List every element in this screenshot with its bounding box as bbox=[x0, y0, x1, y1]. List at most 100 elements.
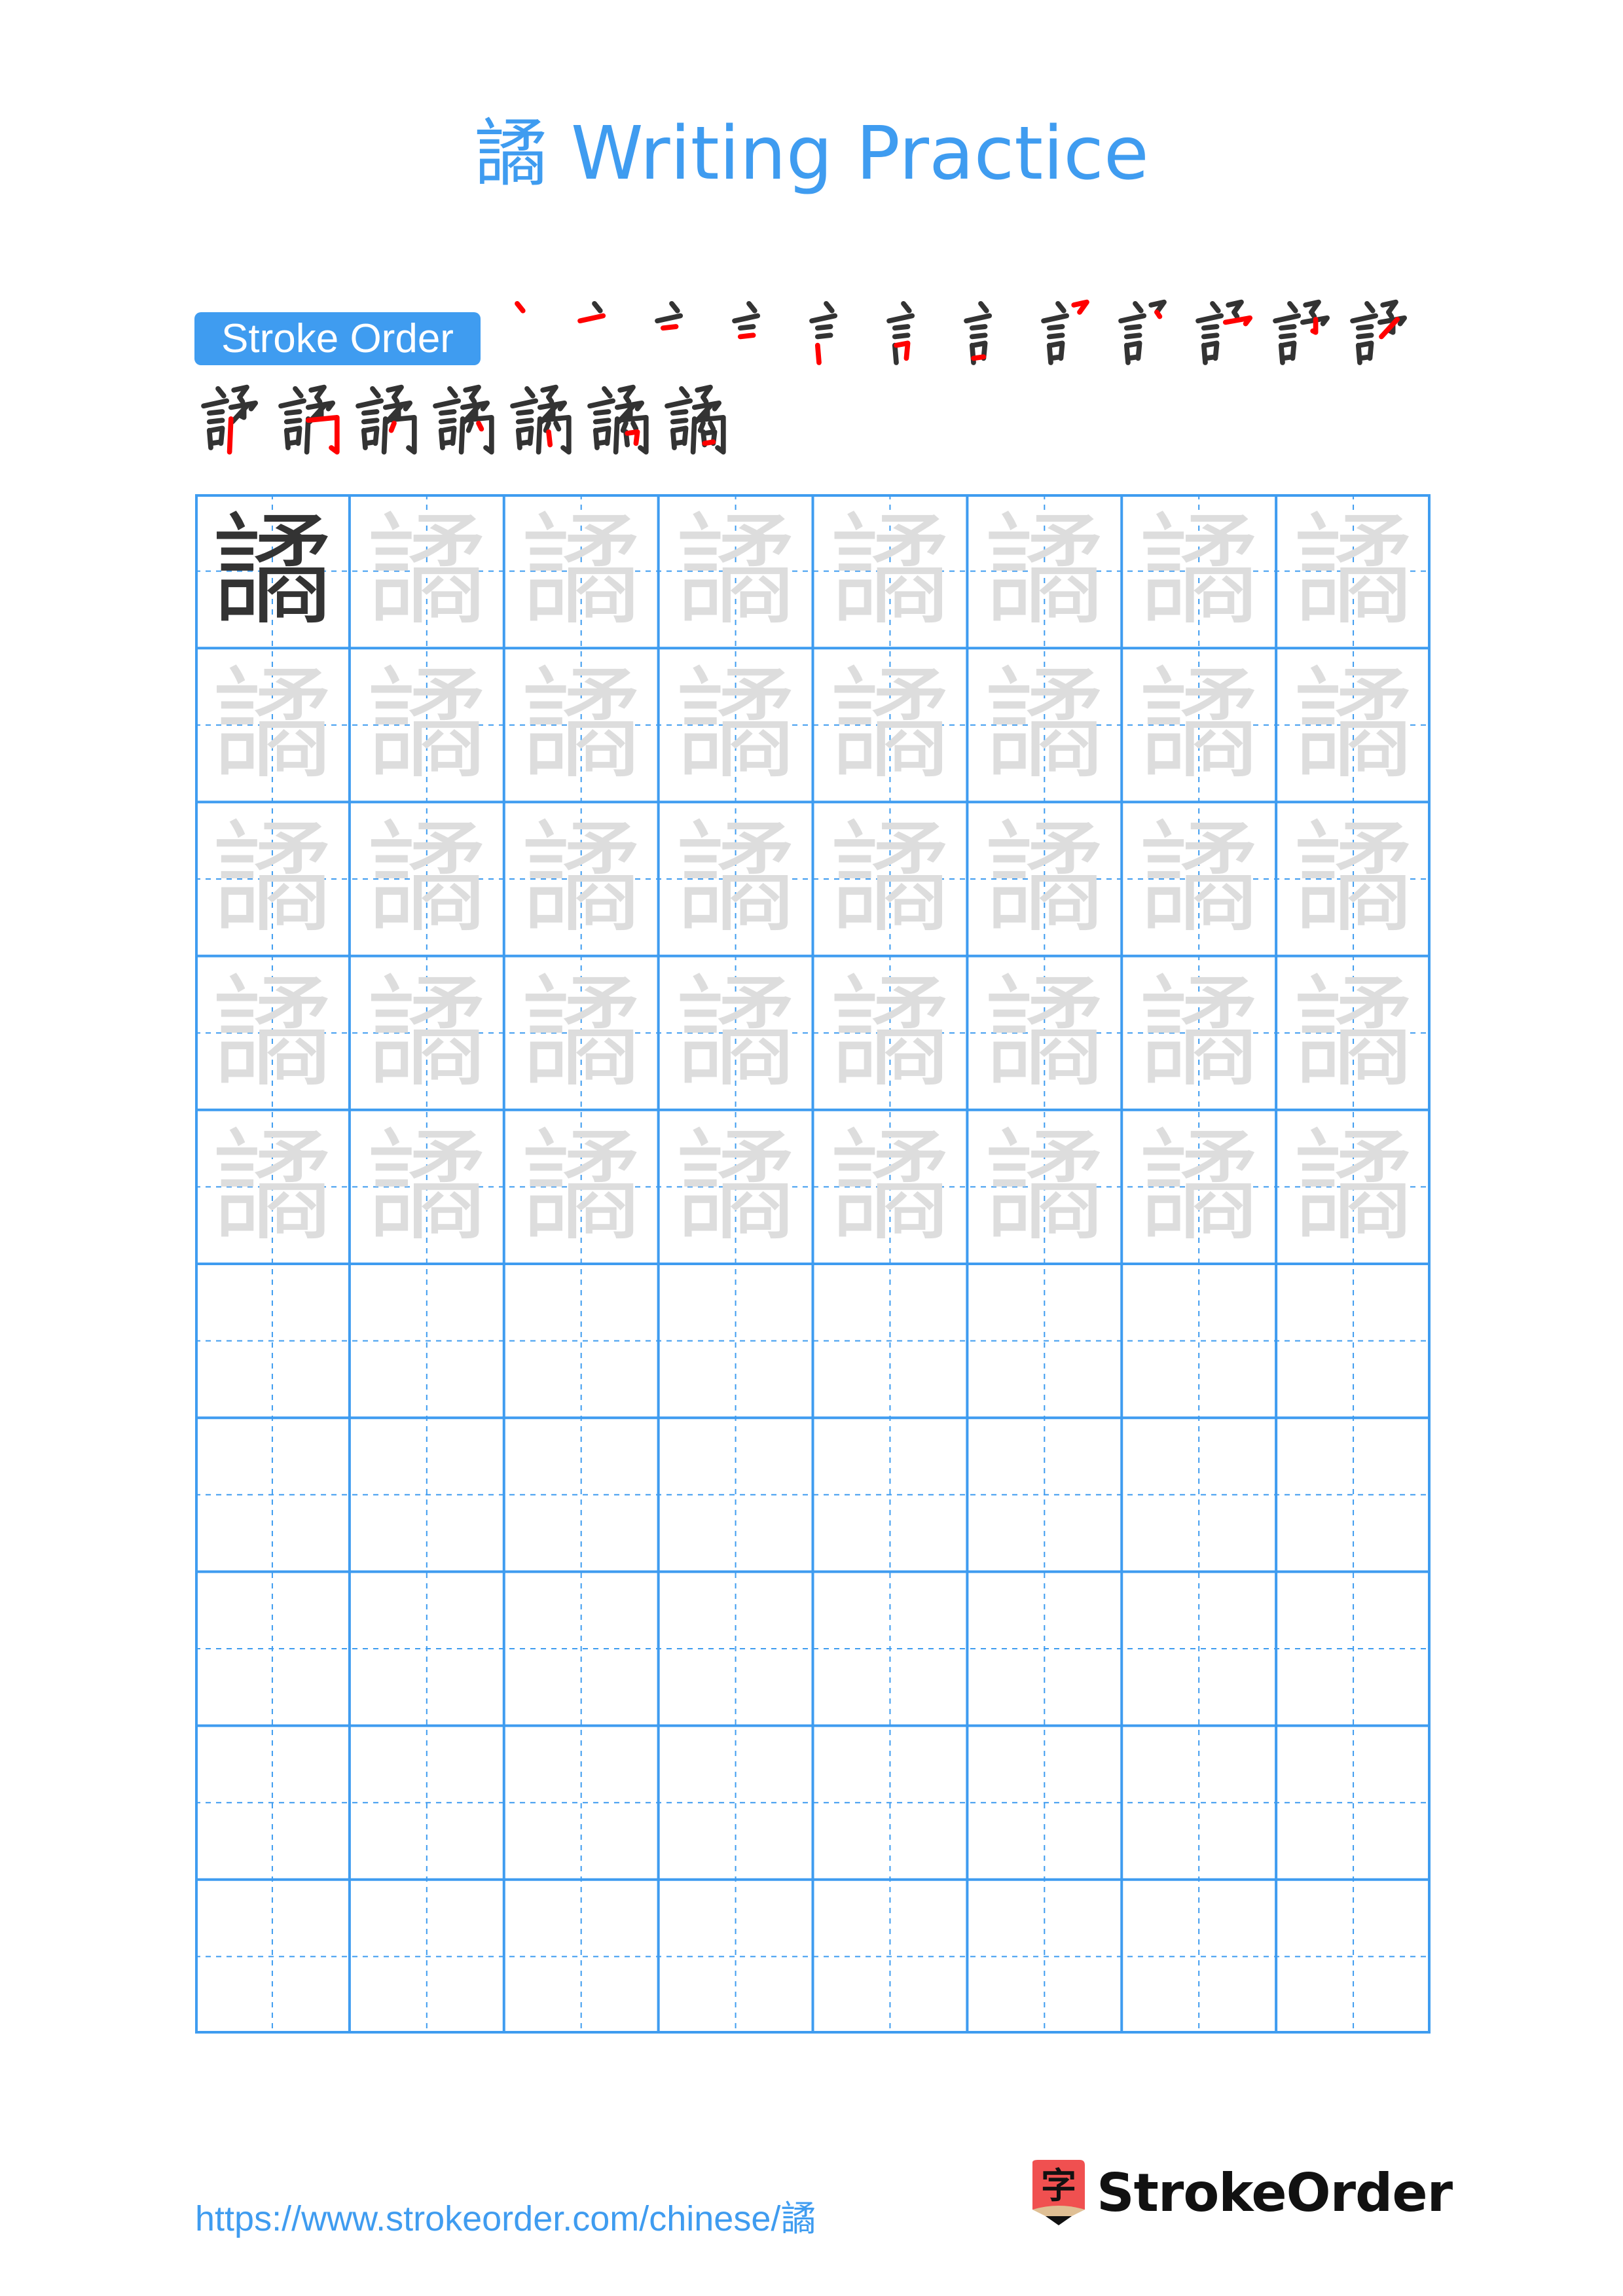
trace-cell[interactable]: 譎 bbox=[504, 1110, 659, 1264]
trace-cell[interactable]: 譎 bbox=[967, 802, 1122, 956]
trace-cell[interactable]: 譎 bbox=[504, 494, 659, 648]
trace-cell[interactable]: 譎 bbox=[1122, 648, 1276, 802]
blank-practice-cell[interactable] bbox=[504, 1726, 659, 1880]
trace-character: 譎 bbox=[1138, 808, 1260, 950]
blank-practice-cell[interactable] bbox=[195, 1418, 350, 1571]
blank-practice-cell[interactable] bbox=[967, 1880, 1122, 2034]
trace-cell[interactable]: 譎 bbox=[967, 956, 1122, 1110]
completed-stroke bbox=[361, 418, 380, 425]
trace-character: 譎 bbox=[366, 961, 488, 1103]
blank-practice-cell[interactable] bbox=[813, 1264, 968, 1418]
blank-practice-cell[interactable] bbox=[350, 1726, 504, 1880]
trace-cell[interactable]: 譎 bbox=[1122, 1110, 1276, 1264]
blank-practice-cell[interactable] bbox=[1122, 1880, 1276, 2034]
completed-stroke bbox=[679, 386, 690, 399]
trace-cell[interactable]: 譎 bbox=[659, 494, 813, 648]
trace-cell[interactable]: 譎 bbox=[1122, 802, 1276, 956]
current-stroke bbox=[1310, 317, 1319, 335]
trace-cell[interactable]: 譎 bbox=[195, 956, 350, 1110]
trace-cell[interactable]: 譎 bbox=[813, 648, 968, 802]
blank-practice-cell[interactable] bbox=[813, 1880, 968, 2034]
blank-practice-cell[interactable] bbox=[967, 1571, 1122, 1725]
completed-stroke bbox=[824, 300, 835, 314]
trace-cell[interactable]: 譎 bbox=[967, 648, 1122, 802]
blank-practice-cell[interactable] bbox=[1122, 1418, 1276, 1571]
trace-cell[interactable]: 譎 bbox=[195, 1110, 350, 1264]
trace-character: 譎 bbox=[1138, 961, 1260, 1103]
trace-cell[interactable]: 譎 bbox=[350, 956, 504, 1110]
trace-cell[interactable]: 譎 bbox=[350, 1110, 504, 1264]
trace-cell[interactable]: 譎 bbox=[504, 802, 659, 956]
strokeorder-logo[interactable]: 字 StrokeOrder bbox=[1030, 2157, 1453, 2229]
blank-practice-cell[interactable] bbox=[967, 1264, 1122, 1418]
completed-stroke bbox=[1118, 313, 1147, 324]
trace-cell[interactable]: 譎 bbox=[1122, 956, 1276, 1110]
trace-cell[interactable]: 譎 bbox=[967, 494, 1122, 648]
blank-practice-cell[interactable] bbox=[504, 1880, 659, 2034]
blank-practice-cell[interactable] bbox=[1276, 1264, 1431, 1418]
blank-practice-cell[interactable] bbox=[967, 1726, 1122, 1880]
blank-practice-cell[interactable] bbox=[350, 1264, 504, 1418]
blank-practice-cell[interactable] bbox=[1122, 1571, 1276, 1725]
trace-cell[interactable]: 譎 bbox=[659, 648, 813, 802]
trace-cell[interactable]: 譎 bbox=[813, 494, 968, 648]
blank-practice-cell[interactable] bbox=[659, 1726, 813, 1880]
blank-practice-cell[interactable] bbox=[1122, 1726, 1276, 1880]
trace-cell[interactable]: 譎 bbox=[967, 1110, 1122, 1264]
blank-practice-cell[interactable] bbox=[504, 1418, 659, 1571]
trace-cell[interactable]: 譎 bbox=[813, 956, 968, 1110]
blank-practice-cell[interactable] bbox=[659, 1264, 813, 1418]
blank-practice-cell[interactable] bbox=[504, 1571, 659, 1725]
blank-practice-cell[interactable] bbox=[195, 1726, 350, 1880]
completed-stroke bbox=[465, 420, 474, 433]
blank-practice-cell[interactable] bbox=[195, 1571, 350, 1725]
trace-cell[interactable]: 譎 bbox=[195, 802, 350, 956]
completed-stroke bbox=[737, 324, 756, 331]
blank-practice-cell[interactable] bbox=[504, 1264, 659, 1418]
current-stroke bbox=[305, 414, 340, 455]
trace-cell[interactable]: 譎 bbox=[1276, 494, 1431, 648]
current-stroke bbox=[227, 416, 234, 455]
blank-practice-cell[interactable] bbox=[813, 1571, 968, 1725]
trace-cell[interactable]: 譎 bbox=[195, 648, 350, 802]
completed-stroke bbox=[356, 398, 384, 409]
blank-practice-cell[interactable] bbox=[350, 1571, 504, 1725]
blank-practice-cell[interactable] bbox=[350, 1418, 504, 1571]
trace-cell[interactable]: 譎 bbox=[504, 648, 659, 802]
trace-cell[interactable]: 譎 bbox=[659, 802, 813, 956]
completed-stroke bbox=[969, 332, 988, 340]
blank-practice-cell[interactable] bbox=[350, 1880, 504, 2034]
trace-cell[interactable]: 譎 bbox=[1122, 494, 1276, 648]
blank-practice-cell[interactable] bbox=[1276, 1880, 1431, 2034]
blank-practice-cell[interactable] bbox=[1276, 1571, 1431, 1725]
trace-cell[interactable]: 譎 bbox=[1276, 802, 1431, 956]
trace-cell[interactable]: 譎 bbox=[1276, 956, 1431, 1110]
trace-cell[interactable]: 譎 bbox=[504, 956, 659, 1110]
blank-practice-cell[interactable] bbox=[1276, 1726, 1431, 1880]
trace-character: 譎 bbox=[1138, 1115, 1260, 1257]
trace-cell[interactable]: 譎 bbox=[659, 1110, 813, 1264]
trace-cell[interactable]: 譎 bbox=[813, 1110, 968, 1264]
trace-cell[interactable]: 譎 bbox=[350, 494, 504, 648]
blank-practice-cell[interactable] bbox=[659, 1571, 813, 1725]
completed-stroke bbox=[592, 300, 603, 314]
completed-stroke bbox=[1231, 310, 1240, 319]
trace-cell[interactable]: 譎 bbox=[813, 802, 968, 956]
blank-practice-cell[interactable] bbox=[1122, 1264, 1276, 1418]
blank-practice-cell[interactable] bbox=[195, 1880, 350, 2034]
blank-practice-cell[interactable] bbox=[195, 1264, 350, 1418]
trace-cell[interactable]: 譎 bbox=[1276, 648, 1431, 802]
trace-cell[interactable]: 譎 bbox=[659, 956, 813, 1110]
footer-url-link[interactable]: https://www.strokeorder.com/chinese/譎 bbox=[195, 2189, 816, 2241]
blank-practice-cell[interactable] bbox=[813, 1418, 968, 1571]
trace-cell[interactable]: 譎 bbox=[1276, 1110, 1431, 1264]
blank-practice-cell[interactable] bbox=[1276, 1418, 1431, 1571]
trace-cell[interactable]: 譎 bbox=[350, 802, 504, 956]
trace-cell[interactable]: 譎 bbox=[350, 648, 504, 802]
blank-practice-cell[interactable] bbox=[813, 1726, 968, 1880]
model-cell[interactable]: 譎 bbox=[195, 494, 350, 648]
completed-stroke bbox=[1355, 332, 1374, 340]
blank-practice-cell[interactable] bbox=[659, 1880, 813, 2034]
blank-practice-cell[interactable] bbox=[967, 1418, 1122, 1571]
blank-practice-cell[interactable] bbox=[659, 1418, 813, 1571]
